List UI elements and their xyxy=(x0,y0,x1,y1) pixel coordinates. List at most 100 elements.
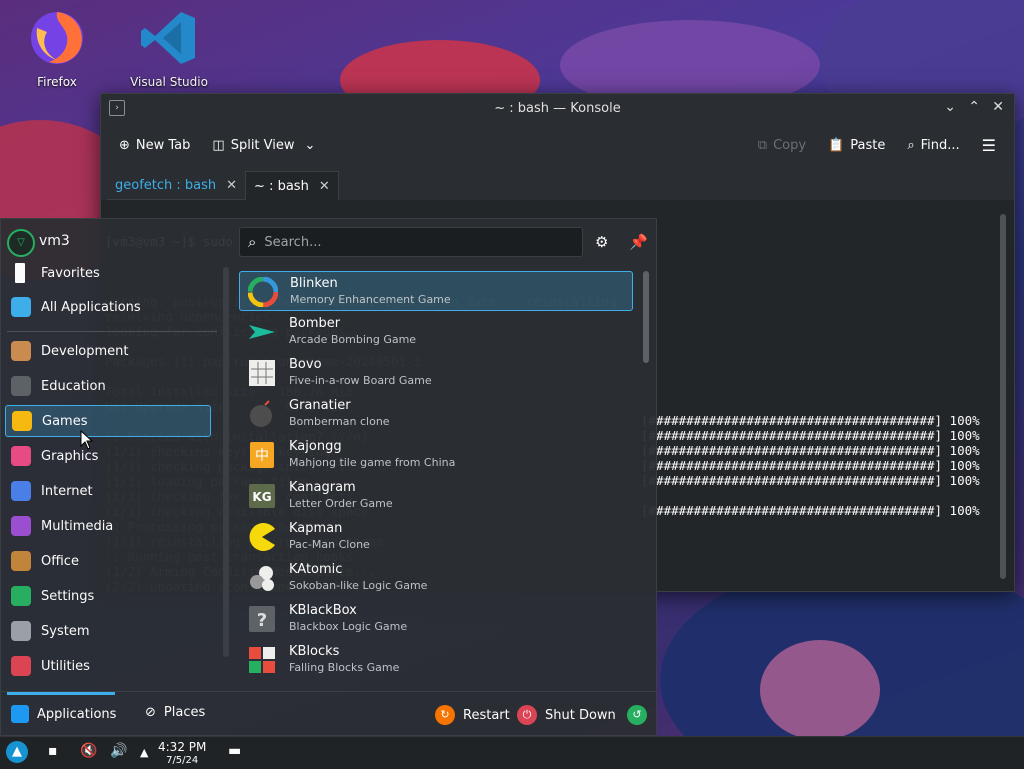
svg-text:中: 中 xyxy=(255,448,269,464)
category-education[interactable]: Education xyxy=(5,370,211,402)
app-item-bovo[interactable]: Bovo Five-in-a-row Board Game xyxy=(239,353,633,393)
app-name: Granatier xyxy=(289,398,351,413)
category-settings[interactable]: Settings xyxy=(5,580,211,612)
search-input[interactable] xyxy=(262,233,557,251)
app-launcher-button[interactable]: ▲ xyxy=(6,741,28,763)
category-label: Education xyxy=(41,378,106,394)
window-menu-icon[interactable]: › xyxy=(109,100,125,116)
app-list-scrollbar[interactable] xyxy=(643,271,649,363)
desktop-icon-vscode[interactable]: Visual Studio xyxy=(124,8,214,89)
divider xyxy=(7,331,217,332)
application-launcher: ▽ vm3 ⌕ ⚙ 📌 Favorites All Applications Dev… xyxy=(0,218,657,736)
app-name: KBlocks xyxy=(289,644,340,659)
app-item-kblackbox[interactable]: ? KBlackBox Blackbox Logic Game xyxy=(239,599,633,639)
tab-places[interactable]: ⊘ Places xyxy=(145,705,205,720)
app-name: Bomber xyxy=(289,316,341,331)
category-games[interactable]: Games xyxy=(5,405,211,437)
tab-applications[interactable]: Applications xyxy=(11,705,116,723)
volume-icon[interactable]: 🔊 xyxy=(110,743,127,759)
gear-icon xyxy=(11,621,31,641)
shutdown-button[interactable]: ⏻ Shut Down xyxy=(517,705,616,725)
category-label: Multimedia xyxy=(41,518,114,534)
copy-button[interactable]: ⧉ Copy xyxy=(750,134,814,157)
hamburger-menu-button[interactable]: ☰ xyxy=(974,132,1004,159)
multimedia-icon xyxy=(11,516,31,536)
app-description: Sokoban-like Logic Game xyxy=(289,579,428,592)
category-label: Development xyxy=(41,343,129,359)
category-internet[interactable]: Internet xyxy=(5,475,211,507)
category-scrollbar[interactable] xyxy=(223,267,229,657)
granatier-icon xyxy=(250,400,272,427)
maximize-icon[interactable]: ⌃ xyxy=(968,99,980,115)
split-view-button[interactable]: ◫ Split View ⌄ xyxy=(204,134,323,157)
progress-line: [######################################]… xyxy=(641,458,980,473)
blinken-icon xyxy=(248,277,278,307)
power-icon: ⏻ xyxy=(517,705,537,725)
app-item-blinken[interactable]: Blinken Memory Enhancement Game xyxy=(239,271,633,311)
konsole-tab-bar: geofetch : bash ✕ ~ : bash ✕ xyxy=(101,168,1014,200)
search-icon: ⌕ xyxy=(248,233,257,251)
app-item-katomic[interactable]: KAtomic Sokoban-like Logic Game xyxy=(239,558,633,598)
category-all-applications[interactable]: All Applications xyxy=(5,291,211,323)
category-favorites[interactable]: Favorites xyxy=(5,257,211,289)
category-development[interactable]: Development xyxy=(5,335,211,367)
globe-icon xyxy=(11,481,31,501)
app-description: Bomberman clone xyxy=(289,415,390,428)
minimize-icon[interactable]: ⌄ xyxy=(944,99,956,115)
chevron-down-icon: ⌄ xyxy=(304,137,316,153)
new-tab-icon: ⊕ xyxy=(119,137,130,153)
mouse-cursor-icon xyxy=(80,430,94,450)
paste-icon: 📋 xyxy=(828,137,845,153)
tab-geofetch[interactable]: geofetch : bash ✕ xyxy=(107,171,246,200)
clock[interactable]: 4:32 PM 7/5/24 xyxy=(158,741,206,767)
app-item-granatier[interactable]: Granatier Bomberman clone xyxy=(239,394,633,434)
kapman-icon xyxy=(249,523,275,551)
desktop-icon-firefox[interactable]: Firefox xyxy=(12,8,102,89)
tab-label: ~ : bash xyxy=(254,178,309,194)
app-description: Memory Enhancement Game xyxy=(290,293,451,306)
app-item-kapman[interactable]: Kapman Pac-Man Clone xyxy=(239,517,633,557)
search-box[interactable]: ⌕ xyxy=(239,227,583,257)
bookmark-icon xyxy=(15,263,25,283)
category-label: Favorites xyxy=(41,265,100,281)
palette-icon xyxy=(11,446,31,466)
app-item-kanagram[interactable]: KG Kanagram Letter Order Game xyxy=(239,476,633,516)
app-item-kblocks[interactable]: KBlocks Falling Blocks Game xyxy=(239,640,633,680)
restart-button[interactable]: ↻ Restart xyxy=(435,705,510,725)
leave-button[interactable]: ↺ xyxy=(627,705,647,725)
clipboard-icon[interactable]: ▪ xyxy=(48,743,58,759)
pin-icon[interactable]: 📌 xyxy=(629,233,648,251)
category-system[interactable]: System xyxy=(5,615,211,647)
category-graphics[interactable]: Graphics xyxy=(5,440,211,472)
category-office[interactable]: Office xyxy=(5,545,211,577)
new-tab-button[interactable]: ⊕ New Tab xyxy=(111,134,198,157)
app-item-bomber[interactable]: Bomber Arcade Bombing Game xyxy=(239,312,633,352)
app-item-kajongg[interactable]: 中 Kajongg Mahjong tile game from China xyxy=(239,435,633,475)
chevron-up-icon[interactable]: ▲ xyxy=(140,746,148,759)
category-utilities[interactable]: Utilities xyxy=(5,650,211,682)
app-name: KAtomic xyxy=(289,562,343,577)
close-icon[interactable]: ✕ xyxy=(992,99,1004,115)
find-label: Find... xyxy=(920,137,960,153)
category-multimedia[interactable]: Multimedia xyxy=(5,510,211,542)
tab-bash[interactable]: ~ : bash ✕ xyxy=(245,171,339,200)
launcher-footer: Applications ⊘ Places ↻ Restart ⏻ Shut D… xyxy=(1,691,656,736)
show-desktop-icon[interactable]: ▬ xyxy=(228,743,241,759)
split-view-icon: ◫ xyxy=(212,137,225,153)
paste-button[interactable]: 📋 Paste xyxy=(820,134,893,157)
app-description: Arcade Bombing Game xyxy=(289,333,417,346)
svg-text:?: ? xyxy=(257,610,267,631)
close-tab-icon[interactable]: ✕ xyxy=(226,178,237,193)
terminal-scrollbar[interactable] xyxy=(1000,214,1006,579)
close-tab-icon[interactable]: ✕ xyxy=(319,179,330,194)
find-button[interactable]: ⌕ Find... xyxy=(899,134,967,157)
desktop-icon-label: Visual Studio xyxy=(130,75,208,89)
restart-label: Restart xyxy=(463,707,510,723)
mute-icon[interactable]: 🔇 xyxy=(80,743,97,759)
arch-logo-icon: ▲ xyxy=(6,741,28,763)
progress-line: [######################################]… xyxy=(641,413,980,428)
wrench-icon xyxy=(11,586,31,606)
window-title: ~ : bash — Konsole xyxy=(494,100,621,116)
settings-gear-icon[interactable]: ⚙ xyxy=(595,233,608,251)
avatar[interactable]: ▽ xyxy=(7,229,35,257)
